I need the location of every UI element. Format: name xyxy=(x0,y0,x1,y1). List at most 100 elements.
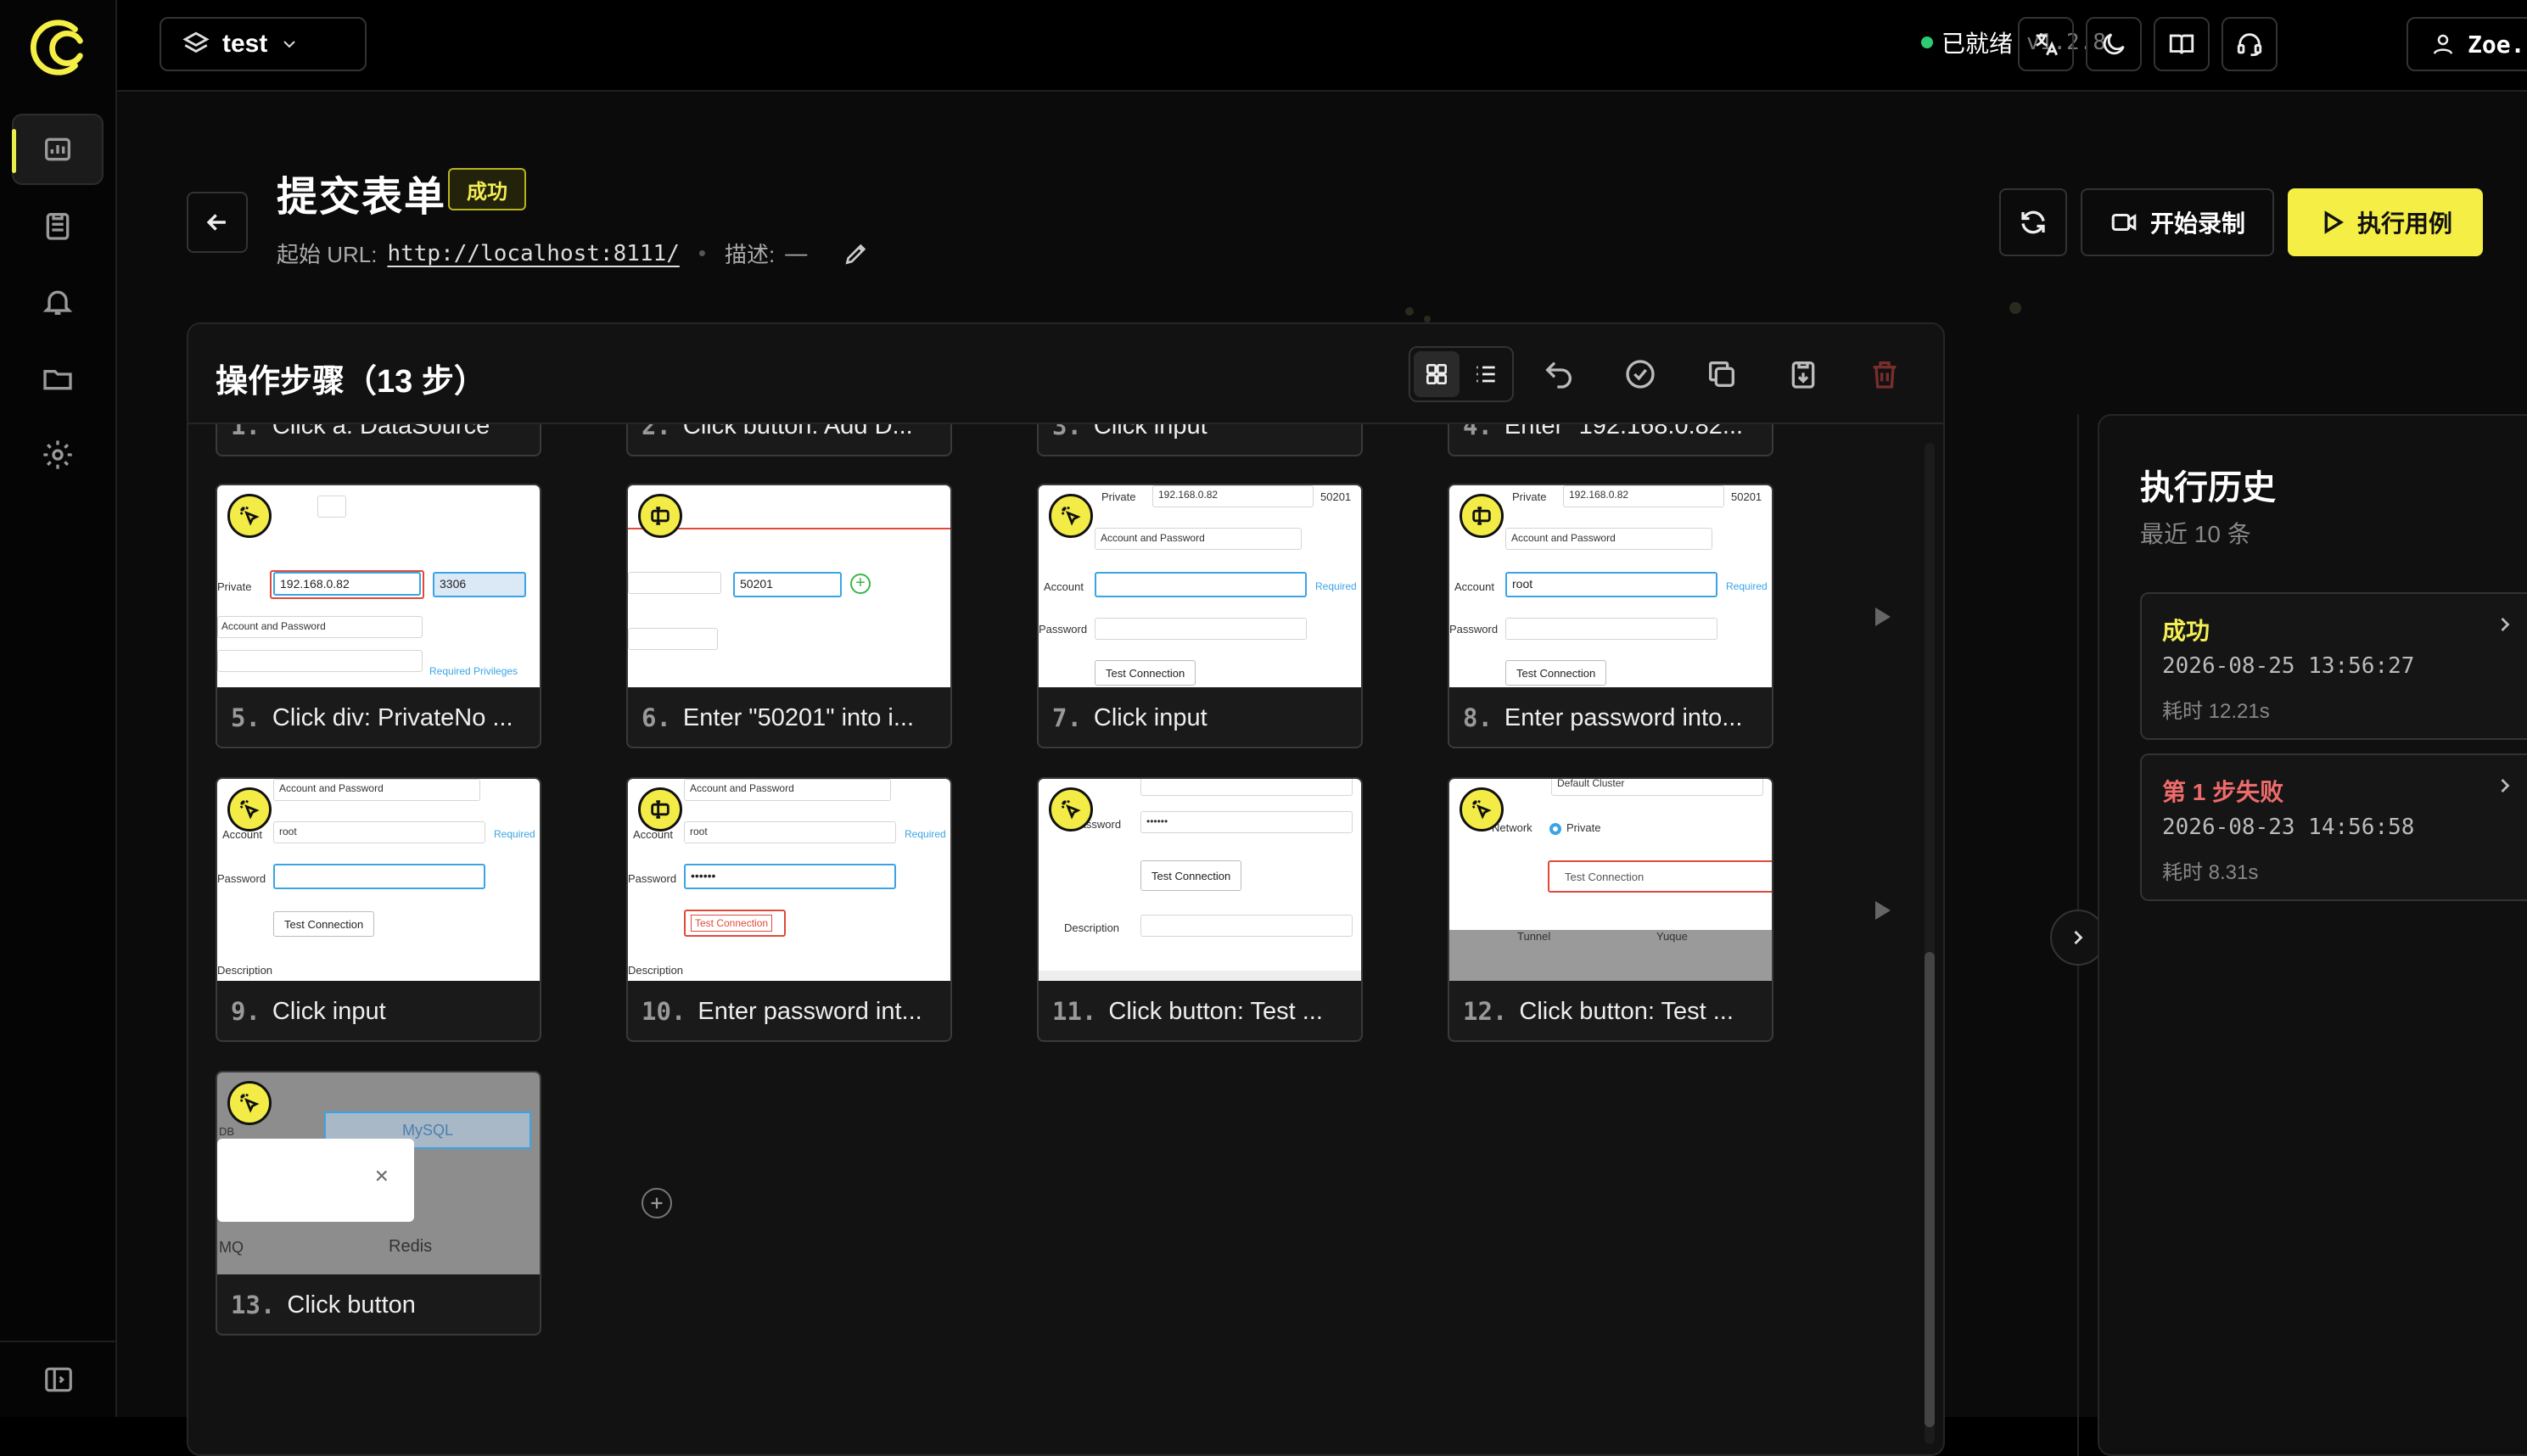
steps-title: 操作步骤（13 步） xyxy=(216,355,486,401)
delete-button[interactable] xyxy=(1863,353,1906,395)
step-caption: 10.Enter password int... xyxy=(628,981,950,1042)
video-camera-icon xyxy=(2110,208,2138,237)
step-card-10[interactable]: Account and Password Account root Requir… xyxy=(626,777,952,1042)
click-cursor-icon xyxy=(1049,787,1093,832)
nav-reports[interactable] xyxy=(12,190,104,261)
dialog-preview: × xyxy=(217,1139,414,1222)
copy-icon xyxy=(1705,357,1739,391)
start-recording-label: 开始录制 xyxy=(2150,205,2245,239)
chevron-right-icon xyxy=(2066,926,2090,949)
run-case-label: 执行用例 xyxy=(2357,205,2452,239)
step-card-5[interactable]: Private 192.168.0.82 3306 Account and Pa… xyxy=(216,484,541,748)
play-icon xyxy=(2318,209,2345,236)
layers-icon xyxy=(182,30,210,59)
view-toggle xyxy=(1409,346,1514,402)
nav-notifications[interactable] xyxy=(12,266,104,338)
paste-button[interactable] xyxy=(1782,353,1824,395)
step-caption: 12.Click button: Test ... xyxy=(1449,981,1772,1042)
plus-icon xyxy=(647,1194,666,1212)
step-card-6[interactable]: 50201 + 6.Enter "50201" into i... xyxy=(626,484,952,748)
start-recording-button[interactable]: 开始录制 xyxy=(2081,188,2274,256)
sidebar-toggle-icon xyxy=(42,1364,75,1396)
history-time: 2026-08-25 13:56:27 xyxy=(2162,653,2414,679)
pencil-icon[interactable] xyxy=(843,240,870,267)
page-title: 提交表单 xyxy=(277,163,446,222)
step-card-9[interactable]: Account and Password Account root Requir… xyxy=(216,777,541,1042)
chevron-right-icon xyxy=(2493,774,2517,798)
step-card-11[interactable]: Password •••••• Test Connection Descript… xyxy=(1037,777,1363,1042)
step-caption: 13.Click button xyxy=(217,1274,540,1336)
clipboard-paste-icon xyxy=(1786,357,1820,391)
step-arrow-icon xyxy=(1875,901,1891,920)
history-item[interactable]: 成功 2026-08-25 13:56:27 耗时 12.21s xyxy=(2140,592,2527,740)
click-cursor-icon xyxy=(227,494,272,538)
history-duration: 耗时 8.31s xyxy=(2162,855,2258,885)
copy-button[interactable] xyxy=(1701,353,1743,395)
theme-toggle-button[interactable] xyxy=(2086,17,2142,71)
nav-test-cases[interactable] xyxy=(12,114,104,185)
undo-button[interactable] xyxy=(1538,353,1580,395)
refresh-button[interactable] xyxy=(1999,188,2067,256)
history-status: 第 1 步失败 xyxy=(2162,774,2283,808)
click-cursor-icon xyxy=(227,1081,272,1125)
step-card-7[interactable]: Private 192.168.0.82 50201 Account and P… xyxy=(1037,484,1363,748)
input-cursor-icon xyxy=(638,494,682,538)
step-card-13[interactable]: MySQL DB MQ Redis × 13.Click button xyxy=(216,1071,541,1336)
app-logo[interactable] xyxy=(25,17,92,78)
status-badge: 成功 xyxy=(448,168,526,210)
step-caption: 11.Click button: Test ... xyxy=(1039,981,1361,1042)
step-card-8[interactable]: Private 192.168.0.82 50201 Account and P… xyxy=(1448,484,1773,748)
run-case-button[interactable]: 执行用例 xyxy=(2288,188,2483,256)
step-caption: 7.Click input xyxy=(1039,687,1361,748)
docs-button[interactable] xyxy=(2154,17,2210,71)
history-title: 执行历史 xyxy=(2140,460,2276,509)
step-arrow-icon xyxy=(1875,608,1891,626)
history-subtitle: 最近 10 条 xyxy=(2140,516,2251,550)
chevron-down-icon xyxy=(279,34,300,54)
user-icon xyxy=(2430,31,2456,57)
main-content: 提交表单 成功 起始 URL: http://localhost:8111/ •… xyxy=(117,92,2527,1417)
book-icon xyxy=(2167,30,2196,59)
scrollbar-thumb[interactable] xyxy=(1925,952,1935,1427)
select-all-button[interactable] xyxy=(1619,353,1661,395)
nav-files[interactable] xyxy=(12,343,104,414)
history-status: 成功 xyxy=(2162,613,2210,647)
url-label: 起始 URL: xyxy=(277,238,377,269)
add-step-button[interactable] xyxy=(642,1188,672,1218)
user-menu[interactable]: Zoe.Liu xyxy=(2407,17,2527,71)
click-cursor-icon xyxy=(1049,494,1093,538)
grid-icon xyxy=(1423,361,1450,388)
click-cursor-icon xyxy=(227,787,272,832)
nav-settings[interactable] xyxy=(12,419,104,490)
trash-icon xyxy=(1868,357,1902,391)
input-cursor-icon xyxy=(638,787,682,832)
sidebar-collapse-button[interactable] xyxy=(0,1341,117,1417)
project-selector[interactable]: test xyxy=(160,17,367,71)
project-name: test xyxy=(222,30,267,59)
check-circle-icon xyxy=(1623,357,1657,391)
support-button[interactable] xyxy=(2222,17,2278,71)
step-card-12[interactable]: Default Cluster Network Private Test Con… xyxy=(1448,777,1773,1042)
case-meta: 起始 URL: http://localhost:8111/ • 描述: — xyxy=(277,238,870,269)
history-item[interactable]: 第 1 步失败 2026-08-23 14:56:58 耗时 8.31s xyxy=(2140,753,2527,901)
description-value: — xyxy=(785,240,807,266)
list-icon xyxy=(1472,361,1499,388)
step-caption: 5.Click div: PrivateNo ... xyxy=(217,687,540,748)
history-time: 2026-08-23 14:56:58 xyxy=(2162,815,2414,840)
back-button[interactable] xyxy=(187,192,248,253)
grid-view-button[interactable] xyxy=(1414,351,1460,397)
username: Zoe.Liu xyxy=(2468,31,2527,59)
input-cursor-icon xyxy=(1460,494,1504,538)
list-view-button[interactable] xyxy=(1463,351,1509,397)
translate-icon xyxy=(2031,30,2060,59)
description-label: 描述: xyxy=(725,238,775,269)
close-icon: × xyxy=(375,1162,389,1190)
folder-icon xyxy=(41,361,75,395)
step-caption: 8.Enter password into... xyxy=(1449,687,1772,748)
start-url-link[interactable]: http://localhost:8111/ xyxy=(387,241,679,266)
click-cursor-icon xyxy=(1460,787,1504,832)
steps-scrollbar[interactable] xyxy=(1925,443,1935,1444)
moon-icon xyxy=(2099,30,2128,59)
language-button[interactable] xyxy=(2018,17,2074,71)
topbar: test 已就绪 v1.2.8 Zoe.Liu xyxy=(117,0,2527,92)
